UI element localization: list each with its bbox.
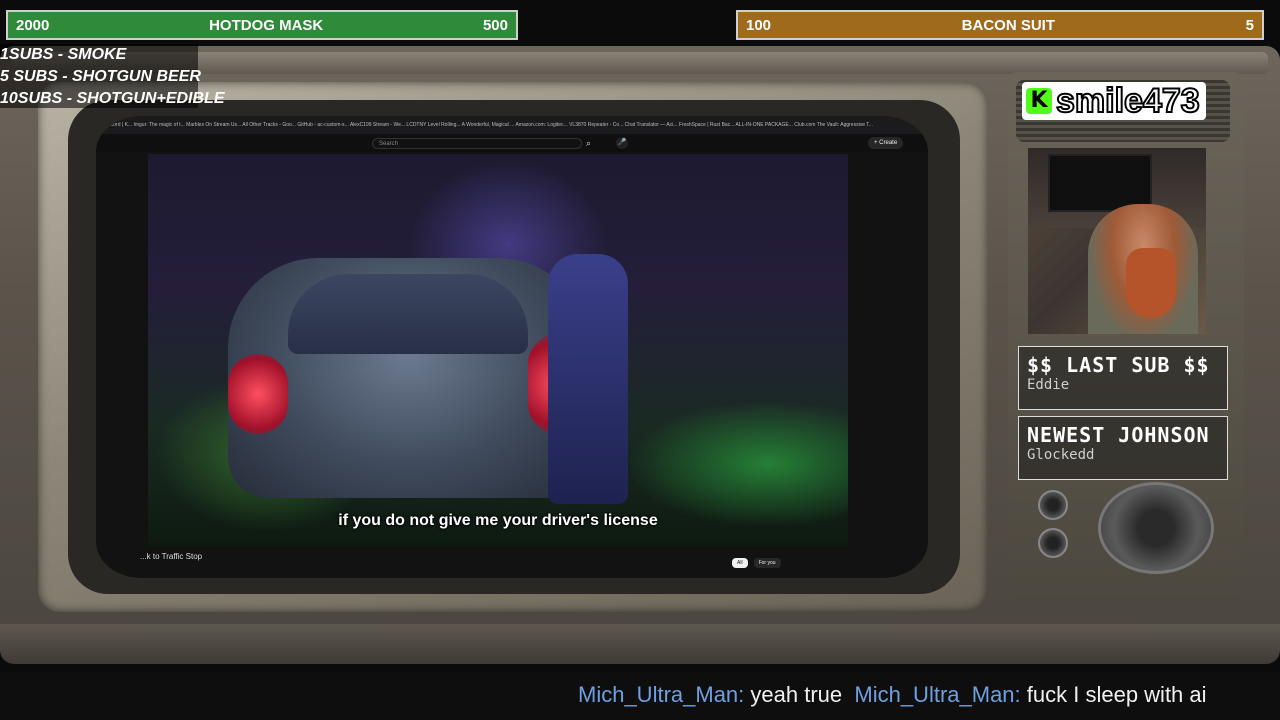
goal-left-current: 2000 <box>16 16 50 34</box>
tv-knobs <box>1030 482 1220 574</box>
officer-image <box>548 254 628 504</box>
newest-value: Glockedd <box>1027 447 1095 463</box>
video-player[interactable]: if you do not give me your driver's lice… <box>148 154 848 546</box>
taillight-left-image <box>228 354 288 434</box>
sub-rules-panel: 1SUBS - SMOKE 5 SUBS - SHOTGUN BEER 10SU… <box>0 44 225 108</box>
car-window-image <box>288 274 528 354</box>
goal-left-label: HOTDOG MASK <box>209 16 324 34</box>
kick-logo-icon: K <box>1026 88 1052 114</box>
create-button[interactable]: + Create <box>868 137 904 149</box>
sub-rule-3: 10SUBS - SHOTGUN+EDIBLE <box>0 90 225 107</box>
chat-username: Mich_Ultra_Man: <box>578 682 745 707</box>
youtube-header: Search ⌕ 🎤 + Create <box>96 134 928 152</box>
video-title[interactable]: ...k to Traffic Stop <box>140 552 202 561</box>
newest-header: NEWEST JOHNSON <box>1027 423 1210 447</box>
channel-name: smile473 <box>1055 81 1201 121</box>
goal-right-label: BACON SUIT <box>961 16 1056 34</box>
goal-left-target: 500 <box>482 16 508 34</box>
tv-screen: ocord | K... Imgur: The magic of t... Ma… <box>96 116 928 578</box>
chat-message: yeah true <box>750 682 843 707</box>
filter-chips: All For you <box>732 558 781 568</box>
last-sub-panel: $$ LAST SUB $$ Eddie <box>1018 346 1228 410</box>
goal-bar-bacon-suit: 100 BACON SUIT 5 <box>736 10 1264 40</box>
sub-rule-1: 1SUBS - SMOKE <box>0 46 127 63</box>
knob-small-top <box>1038 490 1068 520</box>
goal-bar-hotdog-mask: 2000 HOTDOG MASK 500 <box>6 10 518 40</box>
tv-bottom <box>0 624 1280 664</box>
chip-for-you[interactable]: For you <box>753 558 781 568</box>
search-icon[interactable]: ⌕ <box>586 137 598 149</box>
last-sub-value: Eddie <box>1027 377 1070 393</box>
webcam-feed <box>1028 148 1206 334</box>
chip-all[interactable]: All <box>732 558 748 568</box>
newest-panel: NEWEST JOHNSON Glockedd <box>1018 416 1228 480</box>
microphone-icon[interactable]: 🎤 <box>616 137 628 149</box>
sub-rule-2: 5 SUBS - SHOTGUN BEER <box>0 68 201 85</box>
chat-line: Mich_Ultra_Man: yeah true Mich_Ultra_Man… <box>578 682 1207 708</box>
last-sub-header: $$ LAST SUB $$ <box>1027 353 1210 377</box>
video-caption: if you do not give me your driver's lice… <box>338 512 658 529</box>
chat-ticker: Mich_Ultra_Man: yeah true Mich_Ultra_Man… <box>0 672 1280 720</box>
chat-message: fuck I sleep with ai <box>1026 682 1207 707</box>
knob-big <box>1098 482 1214 574</box>
goal-right-target: 5 <box>1245 16 1254 34</box>
chat-username: Mich_Ultra_Man: <box>854 682 1021 707</box>
channel-badge: K smile473 <box>1022 81 1206 121</box>
goal-right-current: 100 <box>746 16 772 34</box>
create-button-label: Create <box>879 140 898 146</box>
search-input[interactable]: Search <box>372 138 582 149</box>
browser-bookmarks-bar[interactable]: ocord | K... Imgur: The magic of t... Ma… <box>96 116 928 134</box>
knob-small-bottom <box>1038 528 1068 558</box>
streamer-beard-image <box>1126 248 1176 318</box>
